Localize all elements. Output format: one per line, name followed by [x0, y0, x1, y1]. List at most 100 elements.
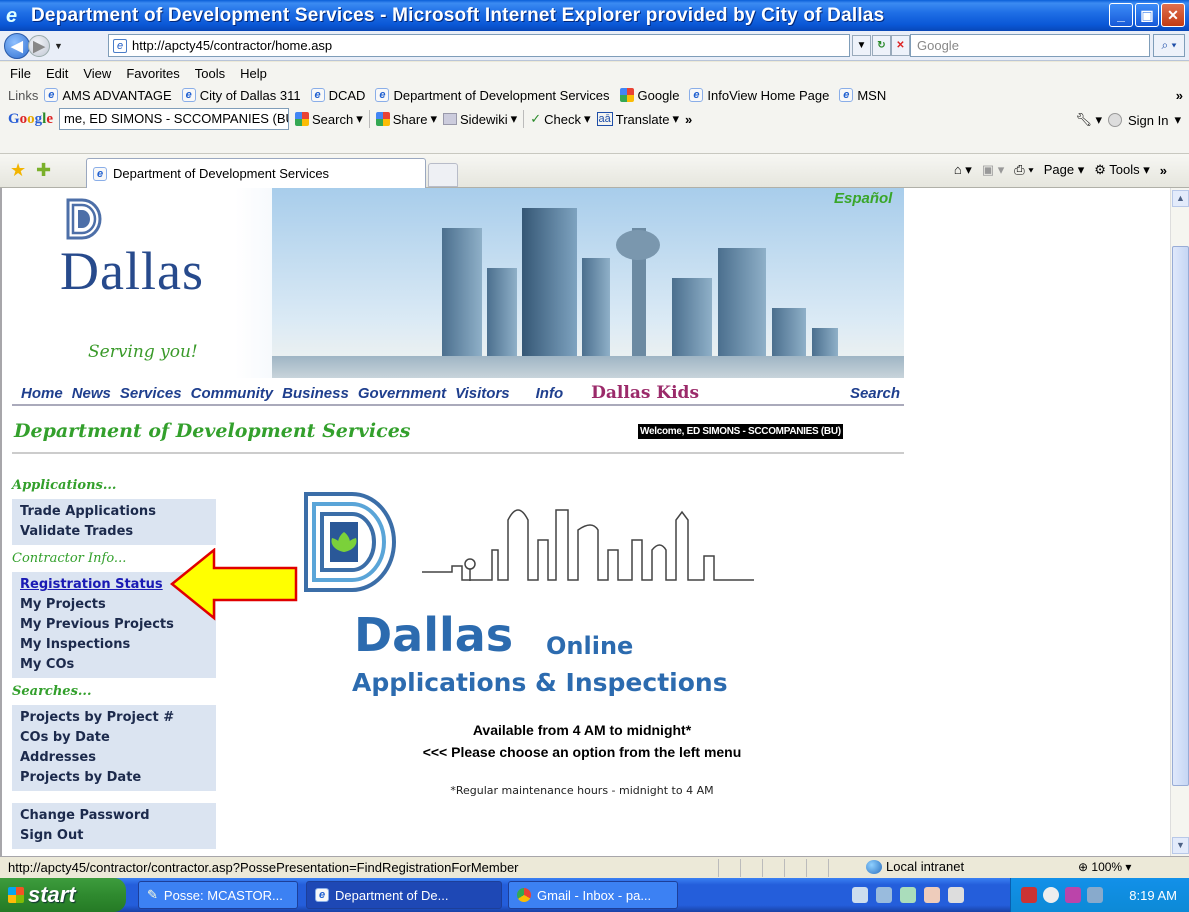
- ie-page-icon: e: [689, 88, 704, 102]
- pen-icon[interactable]: [852, 887, 868, 903]
- add-favorites-icon[interactable]: ✚: [36, 160, 51, 181]
- print-icon[interactable]: ⎙ ▾: [1014, 162, 1033, 178]
- tools-menu[interactable]: ⚙ Tools ▾: [1094, 162, 1150, 178]
- nav-community[interactable]: Community: [191, 385, 274, 402]
- start-button[interactable]: start: [0, 878, 126, 912]
- task-development-services[interactable]: e Department of De...: [306, 881, 502, 909]
- link-my-inspections[interactable]: My Inspections: [20, 635, 216, 655]
- google-share-button[interactable]: Share ▾: [375, 111, 437, 127]
- dallas-logo-text: Dallas: [60, 241, 204, 301]
- link-validate-trades[interactable]: Validate Trades: [20, 522, 216, 542]
- maximize-button[interactable]: ▣: [1135, 3, 1159, 27]
- nav-services[interactable]: Services: [120, 385, 182, 402]
- vertical-scrollbar[interactable]: ▲ ▼: [1170, 188, 1189, 856]
- search-go-icon[interactable]: ⌕ ▾: [1153, 34, 1185, 57]
- stop-icon[interactable]: ✕: [891, 35, 910, 56]
- zoom-level[interactable]: ⊕ 100% ▾: [1078, 860, 1131, 874]
- shield-icon[interactable]: [1021, 887, 1037, 903]
- network-icon[interactable]: [1087, 887, 1103, 903]
- menu-file[interactable]: File: [10, 66, 31, 81]
- nav-info[interactable]: Info: [536, 385, 564, 402]
- tagline: Serving you!: [88, 342, 198, 362]
- google-icon: [295, 112, 310, 126]
- nav-government[interactable]: Government: [358, 385, 446, 402]
- back-button[interactable]: ◀: [4, 32, 30, 59]
- account-box: Change Password Sign Out: [12, 803, 216, 849]
- scroll-up-icon[interactable]: ▲: [1172, 190, 1189, 207]
- espanol-link[interactable]: Español: [834, 190, 892, 207]
- link-change-password[interactable]: Change Password: [20, 806, 216, 826]
- link-dcad[interactable]: e DCAD: [310, 88, 365, 103]
- link-projects-by-number[interactable]: Projects by Project #: [20, 708, 216, 728]
- google-search-combo[interactable]: me, ED SIMONS - SCCOMPANIES (BU): [59, 108, 290, 130]
- link-development-services[interactable]: e Department of Development Services: [375, 88, 610, 103]
- menu-help[interactable]: Help: [240, 66, 267, 81]
- link-ams-advantage[interactable]: e AMS ADVANTAGE: [44, 88, 172, 103]
- tab-development-services[interactable]: e Department of Development Services: [86, 158, 426, 188]
- forward-button[interactable]: ▶: [28, 34, 50, 57]
- link-my-cos[interactable]: My COs: [20, 655, 216, 675]
- google-check-button[interactable]: ✓ Check ▾: [530, 111, 590, 127]
- scroll-thumb[interactable]: [1172, 246, 1189, 786]
- feeds-icon[interactable]: ▣ ▾: [982, 162, 1004, 178]
- google-translate-button[interactable]: aā Translate ▾: [596, 111, 679, 127]
- refresh-icon[interactable]: ↻: [872, 35, 891, 56]
- tray-icon[interactable]: [1065, 887, 1081, 903]
- app-icon[interactable]: [900, 887, 916, 903]
- google-toolbar-more-icon[interactable]: »: [685, 112, 692, 127]
- google-logo[interactable]: Google: [8, 111, 53, 128]
- tray-icon[interactable]: [1043, 887, 1059, 903]
- tab-row: ★ ✚ e Department of Development Services…: [0, 154, 1189, 188]
- favorites-star-icon[interactable]: ★: [10, 160, 26, 181]
- task-gmail[interactable]: Gmail - Inbox - pa...: [508, 881, 678, 909]
- translate-icon: aā: [596, 112, 613, 126]
- globe-icon: [866, 859, 882, 874]
- close-button[interactable]: ✕: [1161, 3, 1185, 27]
- nav-search[interactable]: Search: [850, 385, 900, 402]
- menu-tools[interactable]: Tools: [195, 66, 225, 81]
- google-sidewiki-button[interactable]: Sidewiki ▾: [442, 111, 517, 127]
- app-icon[interactable]: [924, 887, 940, 903]
- signin-icon: [1107, 113, 1122, 127]
- recent-pages-dropdown-icon[interactable]: ▼: [54, 41, 63, 51]
- google-icon: [619, 88, 634, 102]
- scroll-down-icon[interactable]: ▼: [1172, 837, 1189, 854]
- menu-view[interactable]: View: [83, 66, 111, 81]
- link-addresses[interactable]: Addresses: [20, 748, 216, 768]
- title-bar[interactable]: e Department of Development Services - M…: [0, 0, 1189, 31]
- page-viewport: Dallas Serving you! Español Home News Se…: [0, 188, 1170, 856]
- task-posse[interactable]: ✎ Posse: MCASTOR...: [138, 881, 298, 909]
- nav-dallas-kids[interactable]: Dallas Kids: [591, 383, 699, 403]
- links-more-icon[interactable]: »: [1176, 88, 1183, 103]
- nav-home[interactable]: Home: [21, 385, 63, 402]
- search-input[interactable]: Google: [910, 34, 1150, 57]
- nav-news[interactable]: News: [72, 385, 111, 402]
- help-icon[interactable]: [948, 887, 964, 903]
- link-projects-by-date[interactable]: Projects by Date: [20, 768, 216, 788]
- quick-tray-icons: [852, 887, 964, 903]
- nav-visitors[interactable]: Visitors: [455, 385, 509, 402]
- new-tab-button[interactable]: [428, 163, 458, 187]
- link-city-of-dallas-311[interactable]: e City of Dallas 311: [181, 88, 301, 103]
- menu-edit[interactable]: Edit: [46, 66, 68, 81]
- google-signin[interactable]: 🔧︎ ▾ Sign In ▾: [1075, 112, 1181, 128]
- app-icon[interactable]: [876, 887, 892, 903]
- link-google[interactable]: Google: [619, 88, 679, 103]
- menu-favorites[interactable]: Favorites: [126, 66, 179, 81]
- link-sign-out[interactable]: Sign Out: [20, 826, 216, 846]
- ie-page-icon: e: [310, 88, 325, 102]
- minimize-button[interactable]: _: [1109, 3, 1133, 27]
- link-msn[interactable]: e MSN: [839, 88, 886, 103]
- google-search-button[interactable]: Search ▾: [295, 111, 363, 127]
- home-icon[interactable]: ⌂ ▾: [954, 162, 972, 178]
- wrench-icon[interactable]: 🔧︎ ▾: [1075, 112, 1102, 128]
- address-field[interactable]: e http://apcty45/contractor/home.asp: [108, 34, 850, 57]
- link-infoview[interactable]: e InfoView Home Page: [689, 88, 829, 103]
- commandbar-more-icon[interactable]: »: [1160, 163, 1167, 178]
- page-menu[interactable]: Page ▾: [1044, 162, 1085, 178]
- nav-business[interactable]: Business: [282, 385, 349, 402]
- link-cos-by-date[interactable]: COs by Date: [20, 728, 216, 748]
- security-zone[interactable]: Local intranet: [866, 859, 964, 874]
- link-trade-applications[interactable]: Trade Applications: [20, 502, 216, 522]
- address-dropdown-icon[interactable]: ▼: [852, 35, 871, 56]
